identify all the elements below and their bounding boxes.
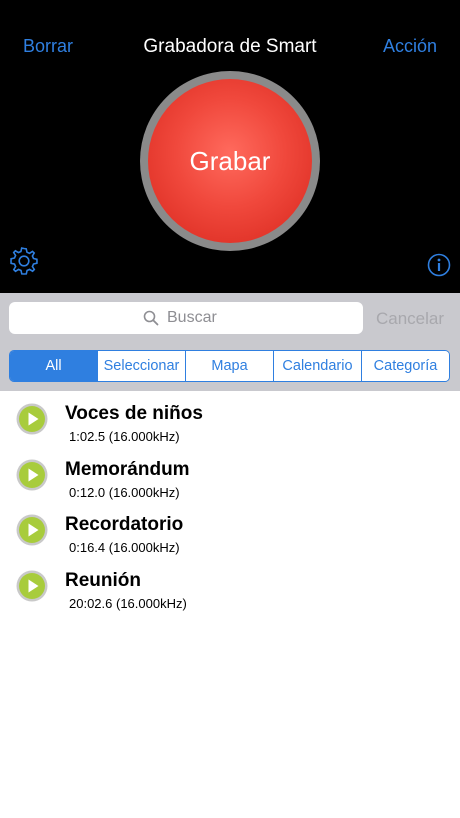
top-panel: Borrar Grabadora de Smart Acción Grabar [0, 0, 460, 293]
play-icon[interactable] [16, 570, 48, 602]
recording-title: Voces de niños [65, 403, 203, 424]
recording-title: Reunión [65, 569, 141, 591]
segment-calendar[interactable]: Calendario [273, 351, 361, 381]
list-item[interactable]: Memorándum 0:12.0 (16.000kHz) [0, 447, 460, 503]
record-button[interactable]: Grabar [148, 79, 312, 243]
recording-detail: 0:12.0 (16.000kHz) [69, 484, 180, 500]
delete-button[interactable]: Borrar [23, 36, 73, 57]
record-button-ring: Grabar [140, 71, 320, 251]
filter-segmented-control: All Seleccionar Mapa Calendario Categorí… [9, 350, 450, 382]
recording-title: Memorándum [65, 458, 190, 480]
list-item[interactable]: Voces de niños 1:02.5 (16.000kHz) [0, 391, 460, 447]
info-icon[interactable] [427, 253, 451, 277]
recordings-list: Voces de niños 1:02.5 (16.000kHz) Memorá… [0, 391, 460, 613]
search-field[interactable] [9, 302, 363, 334]
recording-detail: 0:16.4 (16.000kHz) [69, 540, 180, 555]
recording-title: Recordatorio [65, 514, 184, 535]
cancel-button[interactable]: Cancelar [376, 309, 444, 329]
list-item[interactable]: Recordatorio 0:16.4 (16.000kHz) [0, 502, 460, 558]
gear-icon[interactable] [7, 244, 41, 278]
segment-map[interactable]: Mapa [185, 351, 273, 381]
search-input[interactable] [165, 308, 229, 328]
segment-category[interactable]: Categoría [361, 351, 449, 381]
recording-detail: 20:02.6 (16.000kHz) [69, 595, 187, 611]
play-icon[interactable] [16, 459, 48, 491]
play-icon[interactable] [16, 403, 48, 435]
list-item[interactable]: Reunión 20:02.6 (16.000kHz) [0, 558, 460, 614]
search-bar: Cancelar All Seleccionar Mapa Calendario… [0, 293, 460, 391]
segment-select[interactable]: Seleccionar [97, 351, 185, 381]
action-button[interactable]: Acción [383, 36, 437, 57]
search-icon [143, 310, 159, 326]
recording-detail: 1:02.5 (16.000kHz) [69, 429, 180, 444]
play-icon[interactable] [16, 514, 48, 546]
segment-all[interactable]: All [10, 351, 97, 381]
